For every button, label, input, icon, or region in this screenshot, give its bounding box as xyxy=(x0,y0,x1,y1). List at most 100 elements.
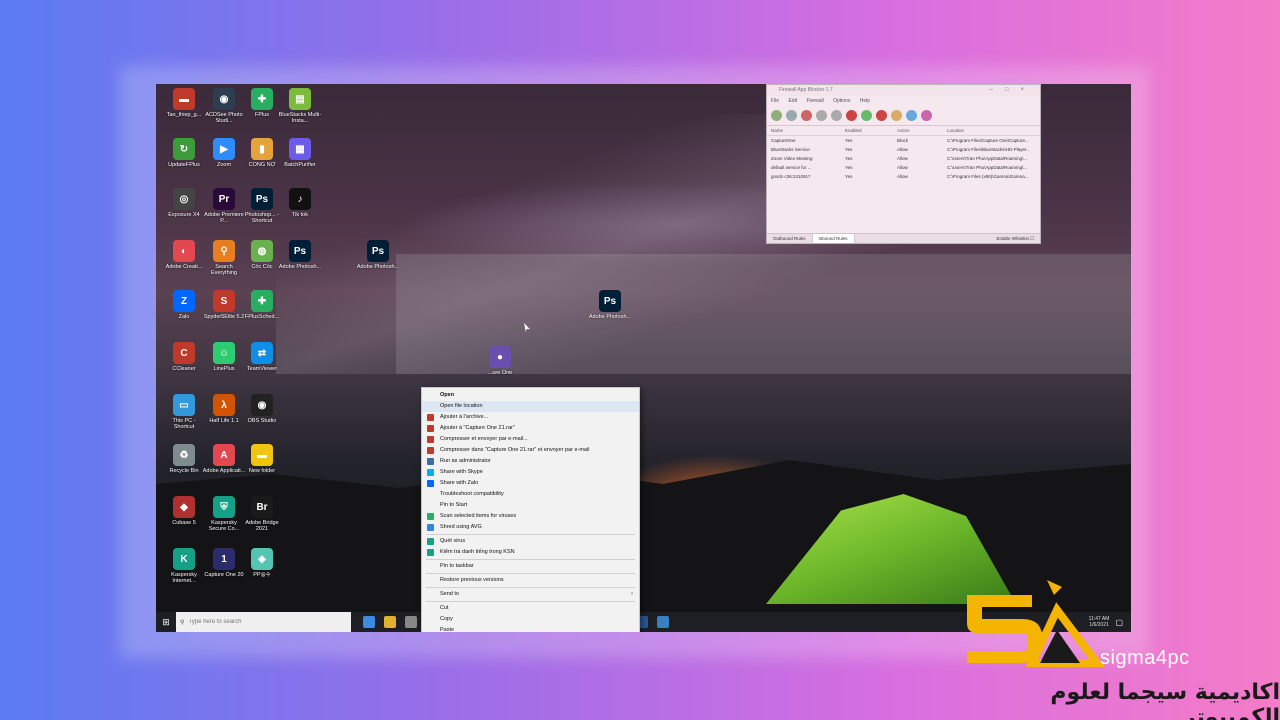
edge-icon[interactable] xyxy=(363,616,375,628)
rule-location: C:\Program Files\Capture One\Capture... xyxy=(947,138,1029,143)
refresh-icon[interactable] xyxy=(906,110,917,121)
tab-inbound[interactable]: Inbound Rules xyxy=(812,234,855,243)
desktop-icon[interactable]: ◎ Exposure X4 xyxy=(162,188,206,224)
app-icon: ◎ xyxy=(173,188,195,210)
context-menu-item[interactable]: Send to › xyxy=(422,589,639,600)
window-title: Firewall App Blocker 1.7 xyxy=(779,87,833,93)
context-menu-item[interactable]: Ajouter à "Capture One 21.rar" xyxy=(422,423,639,434)
context-menu-item[interactable]: Share with Skype xyxy=(422,467,639,478)
context-menu-item[interactable]: Troubleshoot compatibility xyxy=(422,489,639,500)
desktop-icon[interactable]: ▬ New folder xyxy=(240,444,284,480)
context-menu-item[interactable]: Share with Zalo xyxy=(422,478,639,489)
app-icon: ◆ xyxy=(173,496,195,518)
desktop-icon[interactable]: Ps Adobe Photosh... xyxy=(278,240,322,276)
menu-edit[interactable]: Edit xyxy=(788,98,797,104)
context-menu-item[interactable]: Open xyxy=(422,390,639,401)
desktop-icon[interactable]: ♪ Tik tok xyxy=(278,188,322,224)
remove-rule-icon[interactable] xyxy=(786,110,797,121)
rule-row[interactable]: CaptureOne Yes Block C:\Program Files\Captu… xyxy=(767,136,1040,145)
info-icon[interactable] xyxy=(921,110,932,121)
context-menu-item[interactable]: Restore previous versions xyxy=(422,575,639,586)
desktop-icon[interactable]: ◈ PP홍주 xyxy=(240,548,284,584)
rule-row[interactable]: BlueStacks Service Yes Allow C:\Program Fil… xyxy=(767,145,1040,154)
context-menu-item[interactable]: Pin to Start xyxy=(422,500,639,511)
context-menu-item[interactable]: Shred using AVG xyxy=(422,522,639,533)
context-menu-item[interactable]: Kiểm tra danh tiếng trong KSN xyxy=(422,547,639,558)
context-menu-item[interactable]: Quét virus xyxy=(422,536,639,547)
app-icon: ▮ xyxy=(251,138,273,160)
file-explorer-icon[interactable] xyxy=(384,616,396,628)
export-icon[interactable] xyxy=(891,110,902,121)
rule-row[interactable]: default service for ... Yes Allow C:\Users\… xyxy=(767,163,1040,172)
menu-item-label: Compresser et envoyer par e-mail... xyxy=(440,436,528,442)
block-icon[interactable] xyxy=(801,110,812,121)
menu-item-label: Ajouter à l'archive... xyxy=(440,414,489,420)
lock-icon[interactable] xyxy=(831,110,842,121)
context-menu-item[interactable]: Copy xyxy=(422,614,639,625)
mail-icon[interactable] xyxy=(657,616,669,628)
window-titlebar[interactable]: Firewall App Blocker 1.7 –□× xyxy=(767,85,1040,96)
desktop-icon[interactable]: ▬ Tao_thiep_g... xyxy=(162,88,206,124)
context-menu-item[interactable]: Compresser dans "Capture One 21.rar" et … xyxy=(422,445,639,456)
column-location[interactable]: Location xyxy=(947,126,1040,135)
context-menu-item[interactable]: Run as administrator xyxy=(422,456,639,467)
rule-name: BlueStacks Service xyxy=(771,147,810,152)
desktop-icon[interactable]: ◆ Cubase 5 xyxy=(162,496,206,532)
desktop-icon[interactable]: ♻ Recycle Bin xyxy=(162,444,206,480)
whitelist-toggle[interactable]: Enable Whitelist ☐ xyxy=(996,234,1040,243)
rule-action: Allow xyxy=(897,165,908,170)
app-icon: 1 xyxy=(213,548,235,570)
context-menu-item[interactable]: Ajouter à l'archive... xyxy=(422,412,639,423)
stop-icon[interactable] xyxy=(876,110,887,121)
context-menu-item[interactable]: Pin to taskbar xyxy=(422,561,639,572)
desktop-icon[interactable]: ✚ FPlusSched... xyxy=(240,290,284,326)
desktop-icon[interactable]: ◉ OBS Studio xyxy=(240,394,284,430)
window-controls[interactable]: –□× xyxy=(990,85,1036,96)
column-enabled[interactable]: Enabled xyxy=(845,126,897,135)
column-action[interactable]: Action xyxy=(897,126,947,135)
menu-firewall[interactable]: Firewall xyxy=(806,98,823,104)
context-menu-item[interactable]: Scan selected items for viruses xyxy=(422,511,639,522)
search-input[interactable] xyxy=(188,619,339,625)
start-button[interactable]: ⊞ xyxy=(156,612,176,632)
taskbar-search[interactable]: ⚲ xyxy=(176,612,351,632)
context-menu-item[interactable]: Paste xyxy=(422,625,639,632)
desktop-icon[interactable]: Ps Adobe Photosh... xyxy=(588,290,632,326)
context-menu-item[interactable]: Cut xyxy=(422,603,639,614)
app-icon: ◐ xyxy=(173,240,195,262)
desktop-icon-capture-one-partial[interactable]: ● ...ure One xyxy=(478,346,522,382)
desktop-icon[interactable]: ↻ UpdateFPlus xyxy=(162,138,206,174)
desktop-icon[interactable]: ▤ BlueStacks Multi-Insta... xyxy=(278,88,322,124)
menu-file[interactable]: File xyxy=(771,98,779,104)
firewall-app-blocker-window[interactable]: Firewall App Blocker 1.7 –□× File Edit F… xyxy=(766,84,1041,244)
menu-options[interactable]: Options xyxy=(833,98,850,104)
menu-help[interactable]: Help xyxy=(860,98,870,104)
desktop-icon[interactable]: ◐ Adobe Creati... xyxy=(162,240,206,276)
rule-row[interactable]: gosdc-c36:2410917 Yes Allow C:\Program File… xyxy=(767,172,1040,181)
desktop-icon[interactable]: ▭ This PC - Shortcut xyxy=(162,394,206,430)
settings-icon[interactable] xyxy=(816,110,827,121)
add-rule-icon[interactable] xyxy=(771,110,782,121)
app-icon: ▤ xyxy=(289,88,311,110)
desktop-icon[interactable]: ▦ BatchPurifier xyxy=(278,138,322,174)
app-icon: ⚲ xyxy=(213,240,235,262)
desktop-icon[interactable]: Ps Adobe Photosh... xyxy=(356,240,400,276)
desktop-icon[interactable]: K Kaspersky Internet... xyxy=(162,548,206,584)
desktop-icon[interactable]: Z Zalo xyxy=(162,290,206,326)
desktop-icon-label: TeamViewer xyxy=(246,366,278,372)
app-icon: ⇄ xyxy=(251,342,273,364)
desktop-icon[interactable]: ⇄ TeamViewer xyxy=(240,342,284,378)
rule-row[interactable]: Zoom Video Meeting Yes Allow C:\Users\Tran … xyxy=(767,154,1040,163)
settings-icon[interactable] xyxy=(405,616,417,628)
deny-icon[interactable] xyxy=(846,110,857,121)
chevron-right-icon: › xyxy=(631,591,633,597)
desktop-icon[interactable]: Br Adobe Bridge 2021 xyxy=(240,496,284,532)
column-name[interactable]: Name xyxy=(767,126,845,135)
desktop-icon-label: UpdateFPlus xyxy=(168,162,200,168)
context-menu-item[interactable]: Compresser et envoyer par e-mail... xyxy=(422,434,639,445)
context-menu-item[interactable]: Open file location xyxy=(422,401,639,412)
allow-icon[interactable] xyxy=(861,110,872,121)
desktop-icon[interactable]: C CCleaner xyxy=(162,342,206,378)
rule-action: Allow xyxy=(897,156,908,161)
tab-outbound[interactable]: Outbound Rules xyxy=(767,234,813,243)
